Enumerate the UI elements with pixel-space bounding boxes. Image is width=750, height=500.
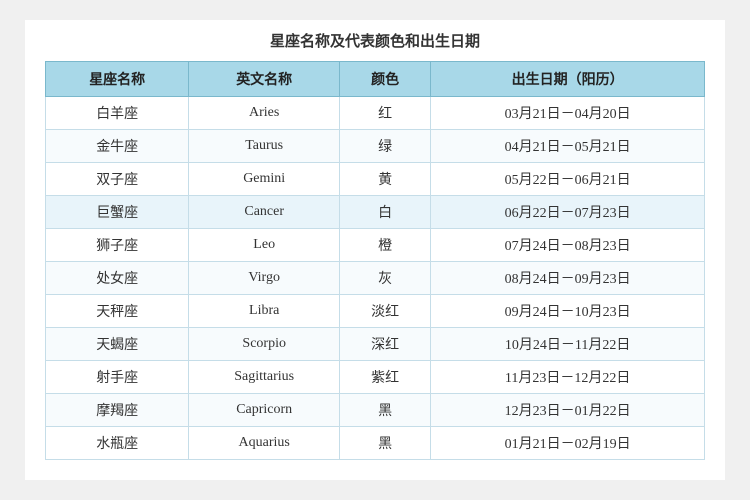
table-row: 水瓶座Aquarius黑01月21日－02月19日 <box>46 427 705 460</box>
col-header-color: 颜色 <box>340 62 431 97</box>
col-header-zh: 星座名称 <box>46 62 189 97</box>
table-row: 处女座Virgo灰08月24日－09月23日 <box>46 262 705 295</box>
col-header-en: 英文名称 <box>189 62 340 97</box>
cell-zh: 双子座 <box>46 163 189 196</box>
cell-en: Aries <box>189 97 340 130</box>
cell-en: Taurus <box>189 130 340 163</box>
cell-color: 绿 <box>340 130 431 163</box>
table-row: 射手座Sagittarius紫红11月23日－12月22日 <box>46 361 705 394</box>
cell-dates: 11月23日－12月22日 <box>431 361 705 394</box>
zodiac-table: 星座名称 英文名称 颜色 出生日期（阳历） 白羊座Aries红03月21日－04… <box>45 61 705 460</box>
cell-dates: 10月24日－11月22日 <box>431 328 705 361</box>
cell-color: 紫红 <box>340 361 431 394</box>
cell-dates: 06月22日－07月23日 <box>431 196 705 229</box>
cell-en: Virgo <box>189 262 340 295</box>
cell-dates: 01月21日－02月19日 <box>431 427 705 460</box>
cell-color: 黄 <box>340 163 431 196</box>
cell-color: 红 <box>340 97 431 130</box>
table-row: 摩羯座Capricorn黑12月23日－01月22日 <box>46 394 705 427</box>
cell-color: 白 <box>340 196 431 229</box>
cell-zh: 金牛座 <box>46 130 189 163</box>
cell-dates: 03月21日－04月20日 <box>431 97 705 130</box>
table-row: 天蝎座Scorpio深红10月24日－11月22日 <box>46 328 705 361</box>
table-row: 双子座Gemini黄05月22日－06月21日 <box>46 163 705 196</box>
cell-color: 黑 <box>340 394 431 427</box>
cell-dates: 12月23日－01月22日 <box>431 394 705 427</box>
cell-zh: 天蝎座 <box>46 328 189 361</box>
table-header-row: 星座名称 英文名称 颜色 出生日期（阳历） <box>46 62 705 97</box>
table-row: 巨蟹座Cancer白06月22日－07月23日 <box>46 196 705 229</box>
cell-color: 橙 <box>340 229 431 262</box>
cell-zh: 狮子座 <box>46 229 189 262</box>
cell-zh: 巨蟹座 <box>46 196 189 229</box>
table-row: 白羊座Aries红03月21日－04月20日 <box>46 97 705 130</box>
cell-color: 黑 <box>340 427 431 460</box>
cell-en: Libra <box>189 295 340 328</box>
cell-en: Capricorn <box>189 394 340 427</box>
cell-dates: 05月22日－06月21日 <box>431 163 705 196</box>
cell-zh: 摩羯座 <box>46 394 189 427</box>
table-row: 狮子座Leo橙07月24日－08月23日 <box>46 229 705 262</box>
cell-en: Gemini <box>189 163 340 196</box>
cell-en: Aquarius <box>189 427 340 460</box>
table-row: 金牛座Taurus绿04月21日－05月21日 <box>46 130 705 163</box>
cell-en: Cancer <box>189 196 340 229</box>
cell-en: Scorpio <box>189 328 340 361</box>
cell-zh: 水瓶座 <box>46 427 189 460</box>
cell-zh: 天秤座 <box>46 295 189 328</box>
cell-zh: 处女座 <box>46 262 189 295</box>
col-header-dates: 出生日期（阳历） <box>431 62 705 97</box>
page-title: 星座名称及代表颜色和出生日期 <box>45 30 705 51</box>
main-container: 星座名称及代表颜色和出生日期 星座名称 英文名称 颜色 出生日期（阳历） 白羊座… <box>25 20 725 480</box>
table-row: 天秤座Libra淡红09月24日－10月23日 <box>46 295 705 328</box>
cell-color: 灰 <box>340 262 431 295</box>
cell-color: 深红 <box>340 328 431 361</box>
cell-zh: 射手座 <box>46 361 189 394</box>
cell-zh: 白羊座 <box>46 97 189 130</box>
cell-color: 淡红 <box>340 295 431 328</box>
cell-dates: 04月21日－05月21日 <box>431 130 705 163</box>
cell-dates: 07月24日－08月23日 <box>431 229 705 262</box>
cell-en: Leo <box>189 229 340 262</box>
cell-dates: 09月24日－10月23日 <box>431 295 705 328</box>
cell-en: Sagittarius <box>189 361 340 394</box>
cell-dates: 08月24日－09月23日 <box>431 262 705 295</box>
